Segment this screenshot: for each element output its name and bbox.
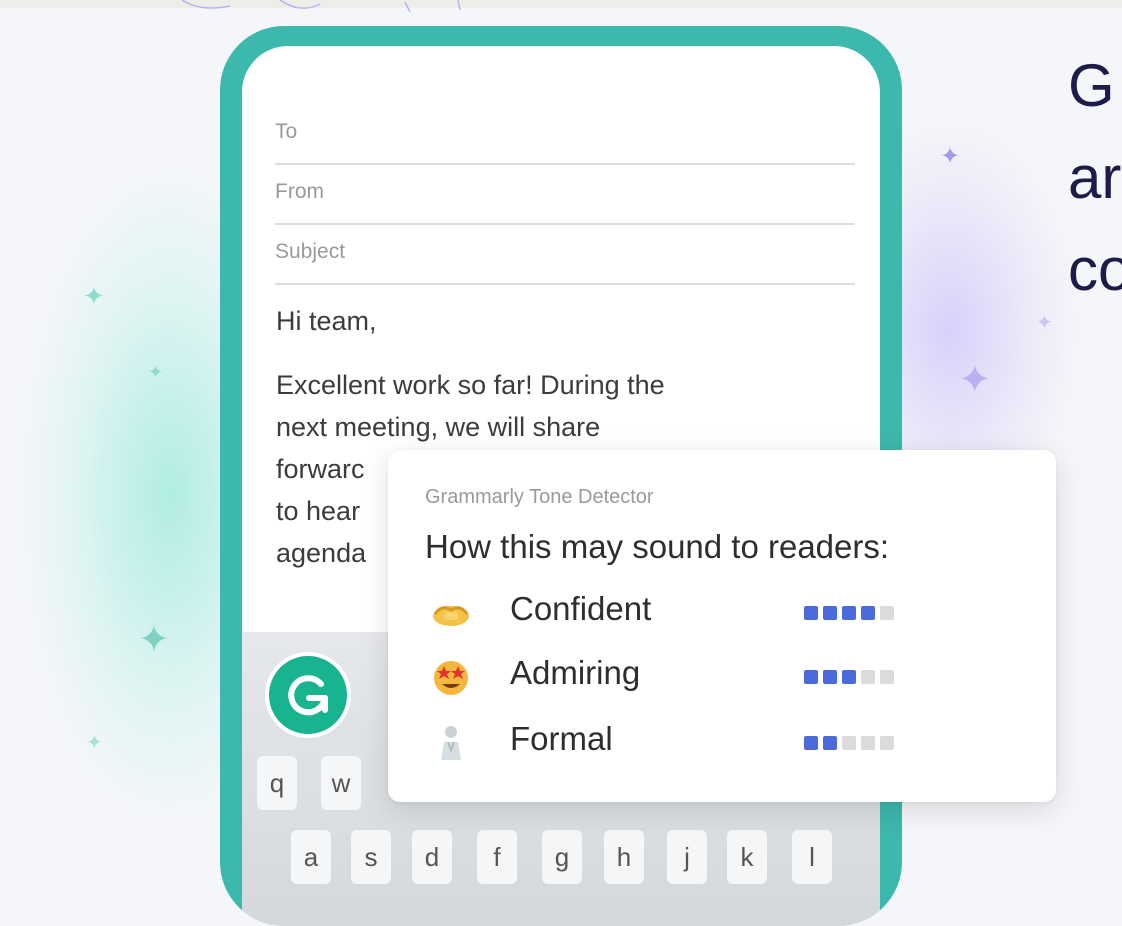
email-body-line: next meeting, we will share: [276, 412, 601, 442]
meter-segment: [804, 736, 818, 750]
sparkle-icon: ✦: [83, 282, 105, 312]
key-j[interactable]: j: [667, 830, 707, 884]
key-a[interactable]: a: [291, 830, 331, 884]
headline-line: G: [1068, 52, 1115, 119]
meter-segment: [823, 736, 837, 750]
sparkle-icon: ✦: [138, 617, 170, 661]
grammarly-button[interactable]: [265, 652, 351, 738]
sparkle-icon: ✦: [1036, 310, 1053, 334]
tone-detector-title: How this may sound to readers:: [425, 528, 890, 565]
meter-segment: [861, 606, 875, 620]
grammarly-g-icon: [288, 675, 328, 716]
meter-segment: [880, 736, 894, 750]
key-w[interactable]: w: [321, 756, 361, 810]
from-label: From: [275, 180, 324, 203]
to-label: To: [275, 120, 298, 143]
meter-segment: [880, 670, 894, 684]
headline-line: co: [1068, 236, 1122, 303]
top-strip: [0, 0, 1122, 8]
subject-label: Subject: [275, 240, 346, 263]
email-body-line: Excellent work so far! During the: [276, 370, 665, 400]
headline-line: ar: [1068, 144, 1122, 211]
tone-meter-confident: [804, 606, 894, 620]
key-q[interactable]: q: [257, 756, 297, 810]
tone-row-admiring[interactable]: Admiring: [388, 646, 1056, 706]
meter-segment: [823, 670, 837, 684]
tone-label-confident: Confident: [510, 590, 652, 627]
tone-row-formal[interactable]: Formal: [388, 712, 1056, 772]
meter-segment: [842, 736, 856, 750]
meter-segment: [861, 736, 875, 750]
meter-segment: [804, 606, 818, 620]
meter-segment: [842, 606, 856, 620]
meter-segment: [861, 670, 875, 684]
sparkle-icon: ✦: [86, 730, 103, 754]
star-struck-face-icon: [434, 661, 468, 695]
key-k[interactable]: k: [727, 830, 767, 884]
meter-segment: [823, 606, 837, 620]
key-s[interactable]: s: [351, 830, 391, 884]
handshake-icon: [433, 606, 469, 626]
tone-detector-caption: Grammarly Tone Detector: [425, 486, 654, 508]
sparkle-icon: ✦: [940, 142, 961, 170]
tone-label-admiring: Admiring: [510, 654, 641, 691]
subject-field[interactable]: Subject: [275, 226, 855, 285]
sparkle-icon: ✦: [148, 362, 164, 383]
tone-detector-card: Grammarly Tone Detector How this may sou…: [388, 450, 1056, 802]
key-l[interactable]: l: [792, 830, 832, 884]
meter-segment: [842, 670, 856, 684]
key-f[interactable]: f: [477, 830, 517, 884]
tone-label-formal: Formal: [510, 720, 613, 757]
email-greeting: Hi team,: [276, 306, 377, 336]
headline: G ar co: [1068, 40, 1122, 316]
key-d[interactable]: d: [412, 830, 452, 884]
key-g[interactable]: g: [542, 830, 582, 884]
decorative-lines: [181, 0, 461, 13]
tone-row-confident[interactable]: Confident: [388, 582, 1056, 642]
from-field[interactable]: From: [275, 166, 855, 225]
tone-meter-formal: [804, 736, 894, 750]
key-h[interactable]: h: [604, 830, 644, 884]
tone-meter-admiring: [804, 670, 894, 684]
formal-figure-icon: [441, 726, 461, 760]
sparkle-icon: ✦: [958, 357, 992, 403]
meter-segment: [804, 670, 818, 684]
to-field[interactable]: To: [275, 106, 855, 165]
meter-segment: [880, 606, 894, 620]
